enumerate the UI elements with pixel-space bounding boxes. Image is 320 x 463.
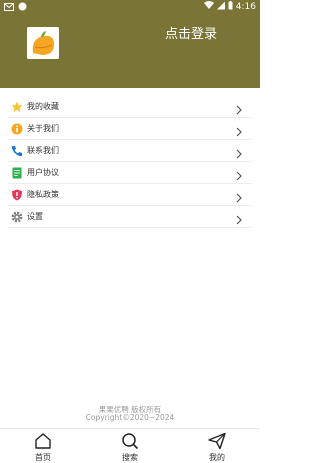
- tab-mine[interactable]: 我的: [187, 430, 247, 463]
- chevron-right-icon: [234, 145, 244, 159]
- app-logo: [27, 27, 59, 59]
- footer-copyright-line: Copyright©2020~2024: [85, 413, 175, 422]
- chevron-right-icon: [234, 123, 244, 137]
- tab-label: 首页: [35, 453, 51, 462]
- profile-header: 点击登录: [0, 14, 260, 88]
- search-icon: [121, 432, 139, 450]
- menu-label: 联系我们: [27, 146, 59, 155]
- gear-icon: [11, 211, 23, 223]
- status-left: [4, 2, 27, 14]
- home-icon: [34, 432, 52, 450]
- status-time: 4:16: [235, 2, 256, 12]
- wifi-icon: [203, 1, 214, 13]
- send-icon: [208, 432, 226, 450]
- menu-item-contact[interactable]: 联系我们: [8, 140, 252, 162]
- phone-icon: [11, 145, 23, 157]
- star-icon: [11, 101, 23, 113]
- tab-home[interactable]: 首页: [13, 430, 73, 463]
- menu-label: 隐私政策: [27, 190, 59, 199]
- menu-item-privacy-policy[interactable]: 隐私政策: [8, 184, 252, 206]
- tab-label: 搜索: [122, 453, 138, 462]
- menu-item-favorites[interactable]: 我的收藏: [8, 96, 252, 118]
- chevron-right-icon: [234, 101, 244, 115]
- bottom-tab-bar: 首页 搜索 我的: [0, 428, 260, 463]
- tab-search[interactable]: 搜索: [100, 430, 160, 463]
- chevron-right-icon: [234, 189, 244, 203]
- info-icon: [11, 123, 23, 135]
- menu-label: 我的收藏: [27, 102, 59, 111]
- menu-label: 关于我们: [27, 124, 59, 133]
- menu-item-about[interactable]: 关于我们: [8, 118, 252, 140]
- chevron-right-icon: [234, 211, 244, 225]
- login-link[interactable]: 点击登录: [165, 23, 217, 42]
- email-notification-icon: [4, 2, 14, 14]
- chevron-right-icon: [234, 167, 244, 181]
- signal-icon: [216, 1, 225, 13]
- shield-icon: [11, 189, 23, 201]
- status-right: 4:16: [203, 1, 256, 13]
- tab-label: 我的: [209, 453, 225, 462]
- status-bar: 4:16: [0, 0, 260, 14]
- document-icon: [11, 167, 23, 179]
- battery-icon: [228, 1, 233, 13]
- menu-label: 用户协议: [27, 168, 59, 177]
- menu-label: 设置: [27, 212, 43, 221]
- menu-item-user-agreement[interactable]: 用户协议: [8, 162, 252, 184]
- menu-item-settings[interactable]: 设置: [8, 206, 252, 228]
- menu-list: 我的收藏 关于我们 联系我们 用户协议 隐私政策 设置: [8, 96, 252, 228]
- dot-notification-icon: [18, 2, 27, 14]
